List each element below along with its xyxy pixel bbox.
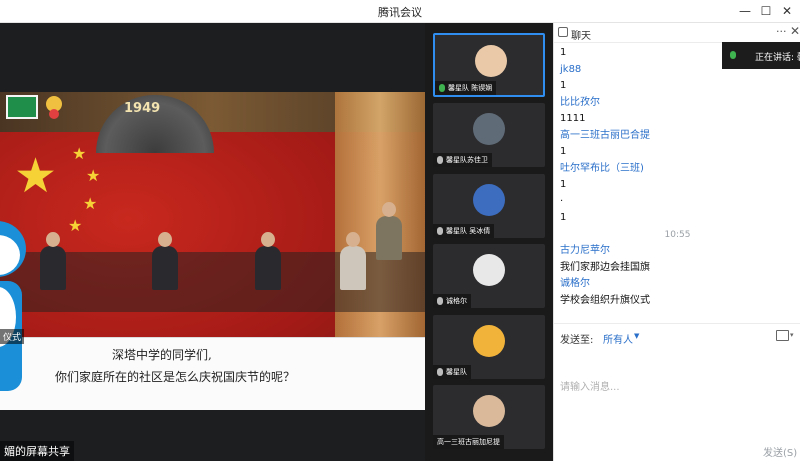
speaking-indicator: 正在讲话: 馨	[722, 42, 800, 69]
participant-tile[interactable]: 馨星队	[433, 315, 545, 379]
participant-name: 高一三班古丽加尼提	[437, 438, 500, 446]
slide-side-label: 仪式	[0, 329, 25, 344]
participant-tile[interactable]: 馨星队 陈锲娴	[433, 33, 545, 97]
avatar	[473, 325, 505, 357]
chat-message-list: 1 jk88 1 比比孜尔 1111 高一三班古丽巴合提 1 吐尔罕布比（三班)…	[560, 45, 720, 309]
participant-name-bar: 馨星队苏佳卫	[433, 153, 492, 167]
emblem-year-text: 1949	[124, 101, 161, 116]
figure	[152, 232, 178, 290]
small-star-icon: ★	[68, 216, 83, 235]
chat-composer: 发送至: 所有人 ▼ ▾ 发送(S)	[554, 323, 800, 461]
chat-message-text: 1	[560, 179, 567, 190]
chat-panel: 聊天 ··· ✕ 正在讲话: 馨 1 jk88 1 比比孜尔 1111 高一三班…	[553, 23, 800, 461]
chat-icon	[558, 27, 568, 37]
chat-message-text: 我们家那边会挂国旗	[560, 261, 650, 273]
chat-message-text: ·	[560, 195, 564, 207]
doraemon-illustration	[0, 221, 28, 401]
more-options-icon[interactable]: ···	[776, 25, 787, 38]
chat-input[interactable]	[560, 347, 790, 427]
avatar	[473, 113, 505, 145]
figure	[340, 232, 366, 290]
title-bar: 腾讯会议 — ☐ ✕	[0, 0, 800, 23]
avatar	[475, 45, 507, 77]
mic-muted-icon	[437, 368, 443, 376]
chat-message-text: 学校会组织升旗仪式	[560, 294, 650, 306]
participant-name: 馨星队 吴冰倩	[446, 227, 491, 235]
participant-name-bar: 诚格尔	[433, 294, 471, 308]
participant-name-bar: 高一三班古丽加尼提	[433, 435, 504, 449]
avatar	[473, 395, 505, 427]
slide-mascot-icon	[40, 94, 68, 120]
participant-name-bar: 馨星队 陈锲娴	[435, 81, 497, 95]
participant-gallery: 馨星队 陈锲娴 馨星队苏佳卫 馨星队 吴冰倩 诚格尔 馨星队 高一三班古丽加尼提	[425, 23, 553, 461]
slide-caption: 深塔中学的同学们, 你们家庭所在的社区是怎么庆祝国庆节的呢？	[0, 337, 425, 410]
participant-name-bar: 馨星队 吴冰倩	[433, 224, 495, 238]
figure	[255, 232, 281, 290]
close-button[interactable]: ✕	[778, 2, 796, 20]
participant-name-bar: 馨星队	[433, 365, 471, 379]
chat-sender-name[interactable]: 吐尔罕布比（三班)	[560, 161, 720, 178]
speaking-label: 正在讲话: 馨	[755, 53, 800, 63]
chat-close-button[interactable]: ✕	[790, 24, 800, 38]
participant-name: 诚格尔	[446, 297, 467, 305]
chat-header: 聊天 ··· ✕	[554, 23, 800, 43]
mic-on-icon	[439, 84, 445, 92]
window-title: 腾讯会议	[378, 6, 422, 19]
participant-tile[interactable]: 馨星队 吴冰倩	[433, 174, 545, 238]
screen-share-label: 媚的屏幕共享	[0, 441, 74, 461]
chat-sender-name[interactable]: 古力尼苹尔	[560, 243, 720, 260]
mic-muted-icon	[437, 156, 443, 164]
avatar	[473, 184, 505, 216]
chat-sender-name[interactable]: 诚格尔	[560, 276, 720, 293]
send-button[interactable]: 发送(S)	[763, 444, 797, 459]
caption-line-2: 你们家庭所在的社区是怎么庆祝国庆节的呢？	[55, 370, 296, 384]
participant-name: 馨星队	[446, 368, 467, 376]
large-star-icon: ★	[14, 148, 58, 204]
participant-name: 馨星队 陈锲娴	[448, 84, 493, 92]
small-star-icon: ★	[83, 194, 98, 213]
chat-sender-name[interactable]: jk88	[560, 62, 720, 79]
mic-muted-icon	[437, 297, 443, 305]
send-to-label: 发送至:	[560, 335, 594, 346]
shared-slide: 1949 ★ ★ ★ ★ ★ 深塔中学的同学们, 你们家庭所在的社区是怎么庆祝国…	[0, 92, 425, 410]
participant-tile[interactable]: 高一三班古丽加尼提	[433, 385, 545, 449]
chat-message-text: 1111	[560, 113, 586, 124]
figure	[376, 202, 402, 260]
chat-message-text: 1	[560, 212, 567, 223]
avatar	[473, 254, 505, 286]
participant-tile[interactable]: 馨星队苏佳卫	[433, 103, 545, 167]
file-icon[interactable]	[776, 330, 789, 341]
small-star-icon: ★	[86, 166, 101, 185]
meeting-window: 腾讯会议 — ☐ ✕ 1949 ★ ★ ★ ★ ★ 深塔中学的同学们, 你们家庭…	[0, 0, 800, 461]
chat-sender-name[interactable]: 高一三班古丽巴合提	[560, 128, 720, 145]
figure	[40, 232, 66, 290]
chat-timestamp: 10:55	[664, 229, 691, 240]
maximize-button[interactable]: ☐	[757, 2, 775, 20]
screen-share-area: 1949 ★ ★ ★ ★ ★ 深塔中学的同学们, 你们家庭所在的社区是怎么庆祝国…	[0, 23, 425, 461]
minimize-button[interactable]: —	[736, 2, 754, 20]
chat-title: 聊天	[571, 31, 591, 42]
chat-message-text: 1	[560, 146, 567, 157]
mic-on-icon	[730, 51, 736, 59]
chevron-down-icon[interactable]: ▼	[634, 332, 639, 340]
mic-muted-icon	[437, 227, 443, 235]
slide-logo	[6, 95, 38, 119]
participant-name: 馨星队苏佳卫	[446, 156, 488, 164]
chat-message-text: 1	[560, 80, 567, 91]
send-target-dropdown[interactable]: 所有人	[603, 331, 633, 346]
chat-message-text: 1	[560, 47, 567, 58]
caption-line-1: 深塔中学的同学们,	[112, 348, 212, 362]
chat-sender-name[interactable]: 比比孜尔	[560, 95, 720, 112]
file-menu-chevron-icon[interactable]: ▾	[790, 331, 794, 339]
small-star-icon: ★	[72, 144, 87, 163]
participant-tile[interactable]: 诚格尔	[433, 244, 545, 308]
